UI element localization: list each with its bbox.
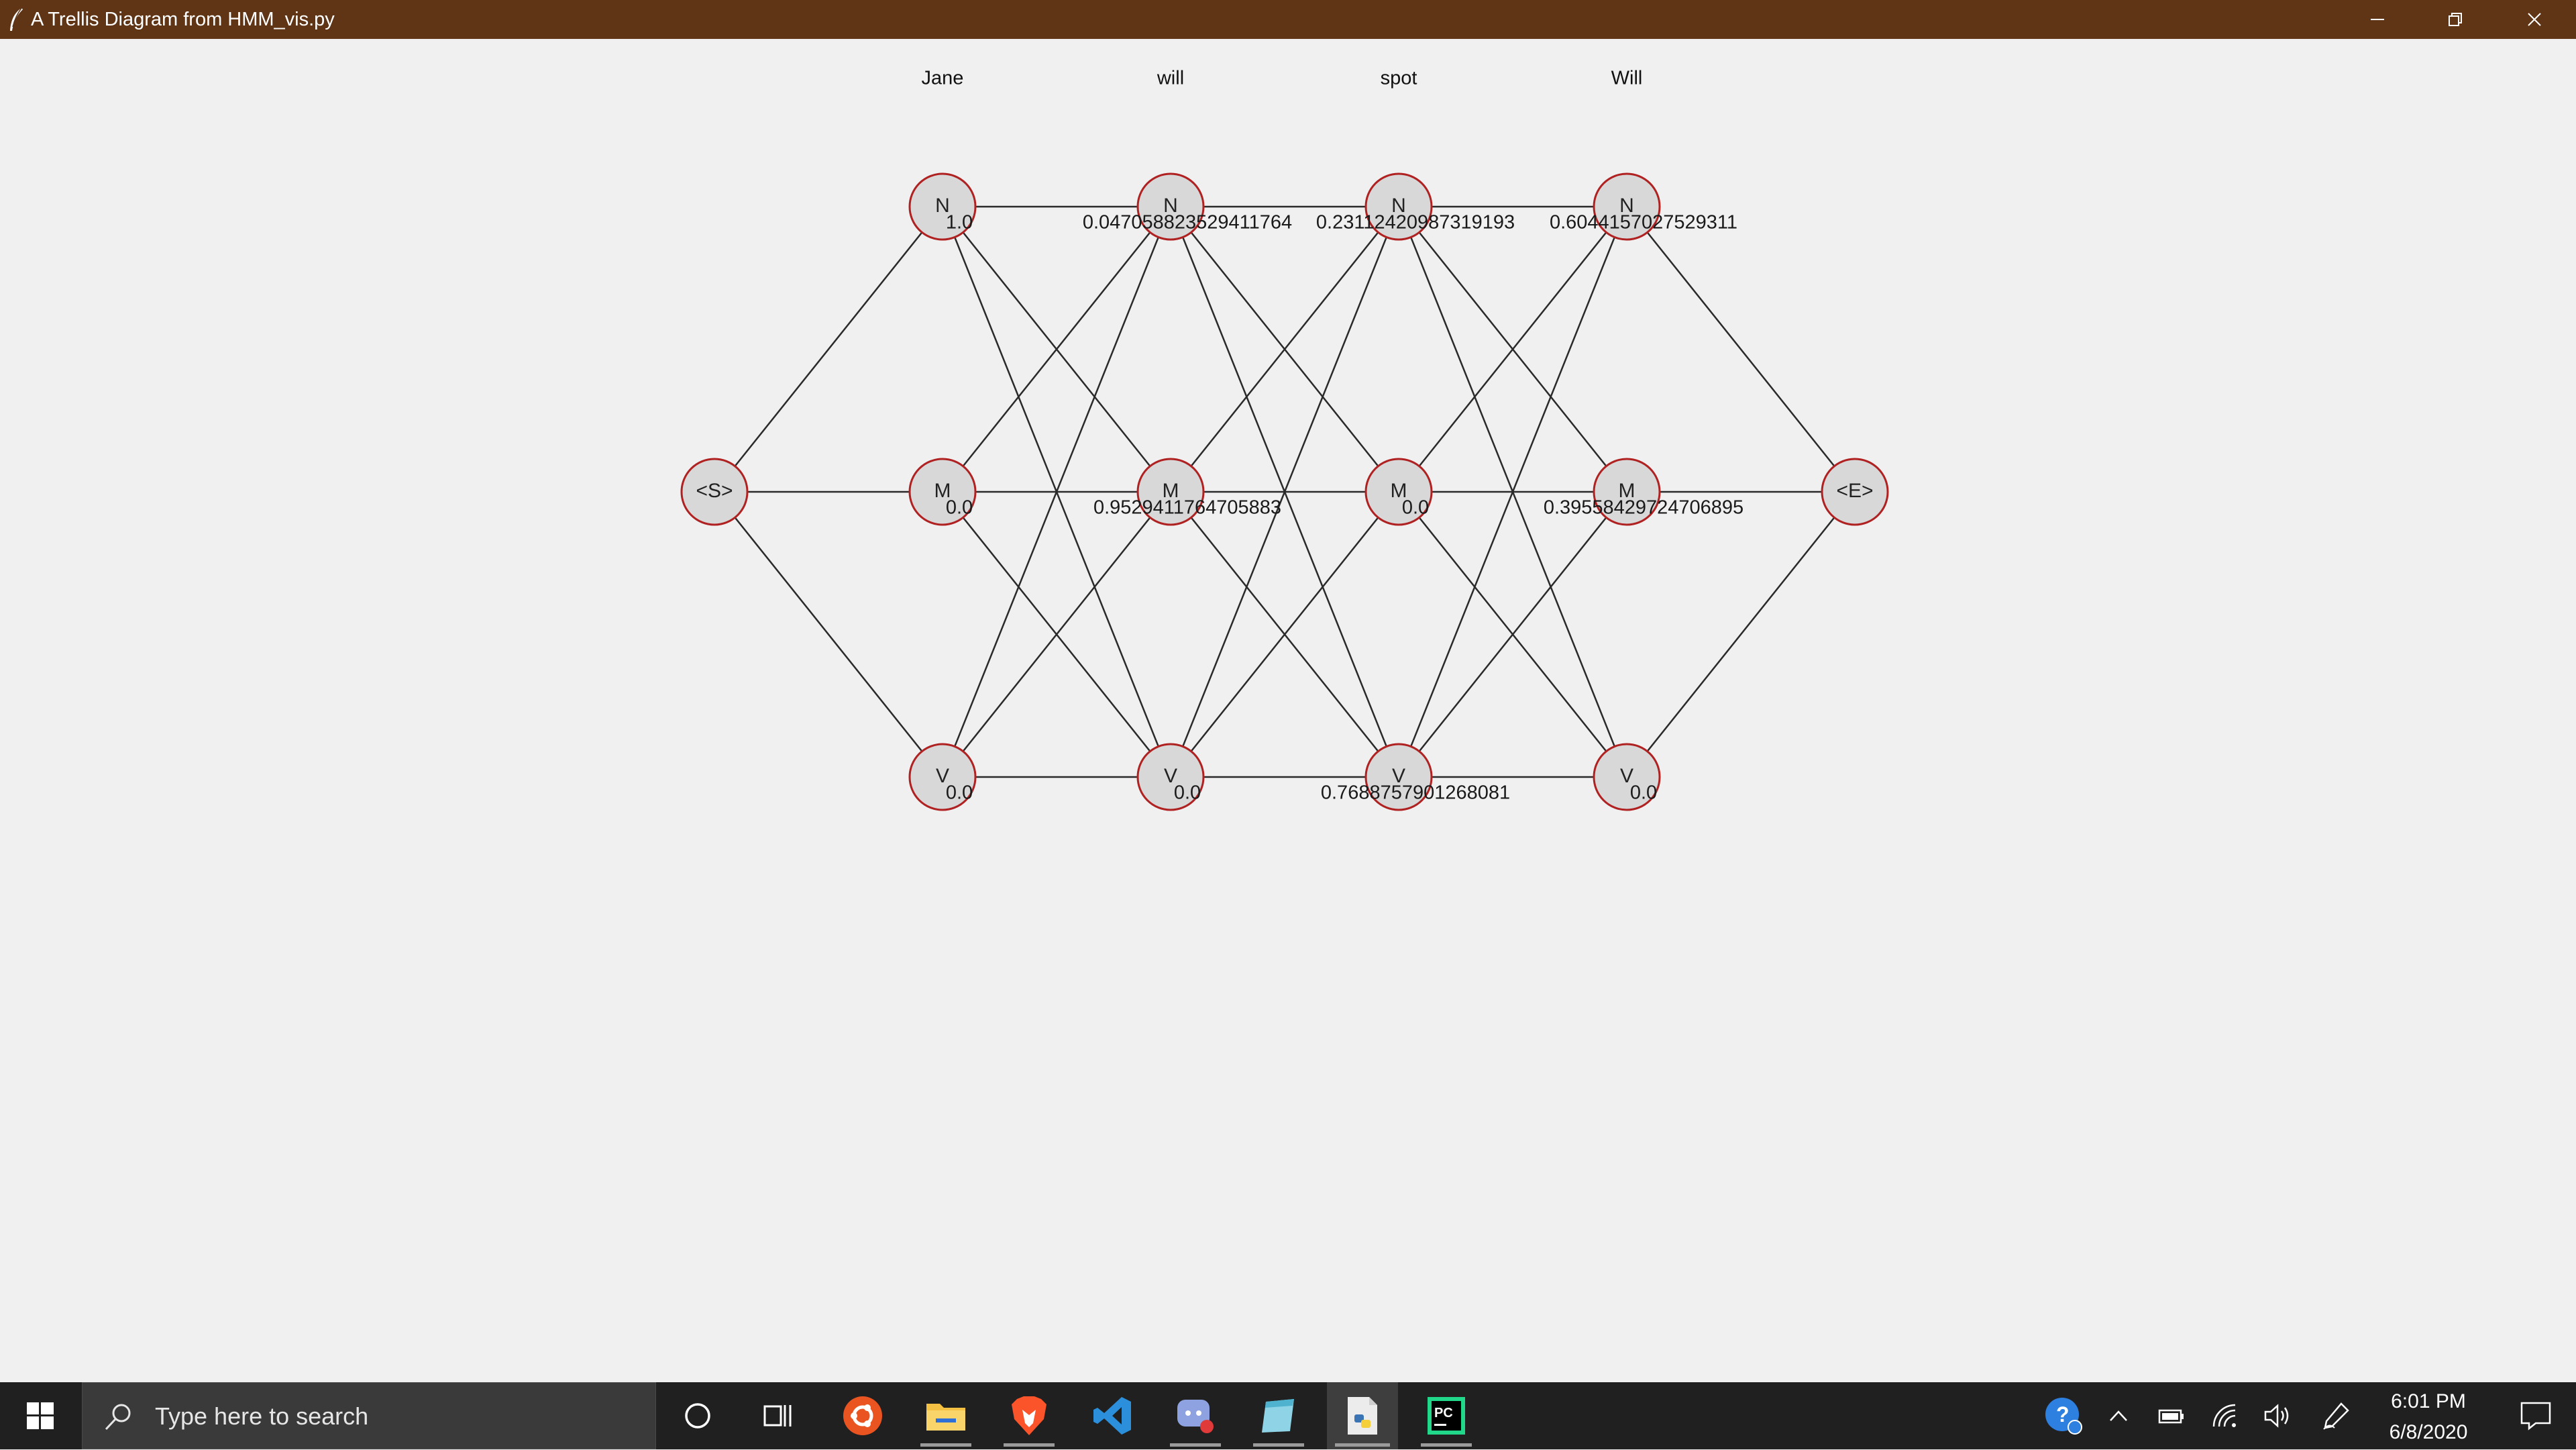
notepad-icon bbox=[1262, 1399, 1294, 1433]
pen-icon bbox=[2323, 1402, 2349, 1430]
prob-label-N-2: 0.23112420987319193 bbox=[1316, 212, 1515, 234]
running-indicator bbox=[1170, 1443, 1221, 1447]
wifi-icon bbox=[2212, 1404, 2236, 1427]
minimize-button[interactable] bbox=[2339, 0, 2416, 39]
running-indicator bbox=[1004, 1443, 1055, 1447]
file-explorer-app-button[interactable] bbox=[912, 1382, 979, 1449]
prob-label-N-3: 0.6044157027529311 bbox=[1550, 212, 1737, 234]
start-button[interactable] bbox=[0, 1382, 80, 1449]
vscode-app-button[interactable] bbox=[1079, 1382, 1146, 1449]
svg-text:?: ? bbox=[2056, 1402, 2070, 1427]
help-tray-button[interactable]: ? bbox=[2039, 1382, 2088, 1449]
close-button[interactable] bbox=[2496, 0, 2573, 39]
prob-label-N-0: 1.0 bbox=[946, 212, 973, 234]
taskbar-search-box[interactable]: Type here to search bbox=[82, 1382, 656, 1449]
prob-label-M-0: 0.0 bbox=[946, 497, 973, 519]
discord-app-button[interactable] bbox=[1162, 1382, 1229, 1449]
running-indicator bbox=[1335, 1443, 1390, 1447]
clock-time: 6:01 PM bbox=[2391, 1390, 2466, 1412]
pycharm-icon: PC bbox=[1428, 1397, 1465, 1435]
task-view-button[interactable] bbox=[745, 1382, 812, 1449]
word-label-0: Jane bbox=[922, 68, 964, 89]
restore-button[interactable] bbox=[2416, 0, 2494, 39]
end-node-label: <E> bbox=[1836, 480, 1873, 502]
trellis-canvas: Jane will spot Will <S> <E> N 1.0 N 0.04705882352… bbox=[0, 39, 2576, 1382]
brave-app-button[interactable] bbox=[996, 1382, 1063, 1449]
cortana-circle-icon bbox=[685, 1403, 710, 1429]
window-title-bar: A Trellis Diagram from HMM_vis.py bbox=[0, 0, 2576, 39]
edge-N-end bbox=[1626, 206, 1856, 493]
restore-icon bbox=[2449, 13, 2462, 26]
speaker-icon bbox=[2264, 1404, 2289, 1428]
close-icon bbox=[2528, 13, 2541, 26]
prob-label-V-2: 0.7688757901268081 bbox=[1321, 782, 1510, 804]
pycharm-app-button[interactable]: PC bbox=[1413, 1382, 1480, 1449]
prob-label-V-1: 0.0 bbox=[1174, 782, 1201, 804]
ubuntu-app-button[interactable] bbox=[829, 1382, 896, 1449]
volume-tray-button[interactable] bbox=[2257, 1382, 2300, 1449]
edge-V-end bbox=[1626, 491, 1856, 778]
brave-lion-icon bbox=[1012, 1396, 1046, 1435]
prob-label-V-3: 0.0 bbox=[1630, 782, 1657, 804]
search-icon bbox=[105, 1404, 131, 1431]
help-icon: ? bbox=[2045, 1398, 2082, 1435]
search-placeholder: Type here to search bbox=[155, 1402, 369, 1430]
battery-icon bbox=[2158, 1409, 2184, 1424]
battery-tray-button[interactable] bbox=[2149, 1382, 2192, 1449]
chevron-up-icon bbox=[2110, 1410, 2127, 1421]
edge-start-V bbox=[714, 491, 943, 778]
show-hidden-icons-button[interactable] bbox=[2097, 1382, 2140, 1449]
cortana-button[interactable] bbox=[664, 1382, 731, 1449]
running-indicator bbox=[1253, 1443, 1304, 1447]
taskbar-clock[interactable]: 6:01 PM 6/8/2020 bbox=[2368, 1382, 2489, 1449]
prob-label-M-3: 0.39558429724706895 bbox=[1544, 497, 1743, 519]
prob-label-V-0: 0.0 bbox=[946, 782, 973, 804]
word-label-3: Will bbox=[1611, 68, 1643, 89]
folder-icon bbox=[926, 1404, 965, 1431]
prob-label-M-1: 0.9529411764705883 bbox=[1093, 497, 1281, 519]
start-node-label: <S> bbox=[696, 480, 733, 502]
pen-tray-button[interactable] bbox=[2314, 1382, 2357, 1449]
feather-icon bbox=[10, 7, 23, 31]
network-tray-button[interactable] bbox=[2203, 1382, 2246, 1449]
running-indicator bbox=[1421, 1443, 1472, 1447]
notification-icon bbox=[2520, 1402, 2551, 1431]
python-file-icon bbox=[1348, 1397, 1377, 1435]
taskbar: Type here to search PC ? 6:01 PM 6/8/202… bbox=[0, 1382, 2576, 1449]
vscode-icon bbox=[1093, 1397, 1131, 1435]
notepad-app-button[interactable] bbox=[1245, 1382, 1312, 1449]
python-idle-app-button[interactable] bbox=[1327, 1382, 1398, 1449]
task-view-icon bbox=[763, 1405, 792, 1427]
minimize-icon bbox=[2371, 19, 2384, 20]
trellis-diagram: Jane will spot Will<S> <E>N1.0N0.04705882352… bbox=[680, 68, 1889, 811]
word-label-1: will bbox=[1157, 68, 1184, 89]
trellis-labels: Jane will spot Will<S> <E>N1.0N0.04705882352… bbox=[696, 68, 1873, 804]
action-center-button[interactable] bbox=[2502, 1382, 2569, 1449]
prob-label-M-2: 0.0 bbox=[1402, 497, 1429, 519]
ubuntu-icon bbox=[843, 1396, 882, 1435]
edge-start-N bbox=[714, 206, 943, 493]
windows-logo-icon bbox=[27, 1402, 54, 1429]
trellis-edges bbox=[714, 205, 1856, 778]
word-label-2: spot bbox=[1381, 68, 1417, 89]
discord-icon bbox=[1177, 1400, 1214, 1433]
window-title: A Trellis Diagram from HMM_vis.py bbox=[31, 9, 335, 30]
running-indicator bbox=[920, 1443, 971, 1447]
svg-text:PC: PC bbox=[1434, 1406, 1453, 1420]
clock-date: 6/8/2020 bbox=[2389, 1421, 2468, 1443]
prob-label-N-1: 0.047058823529411764 bbox=[1083, 212, 1292, 234]
